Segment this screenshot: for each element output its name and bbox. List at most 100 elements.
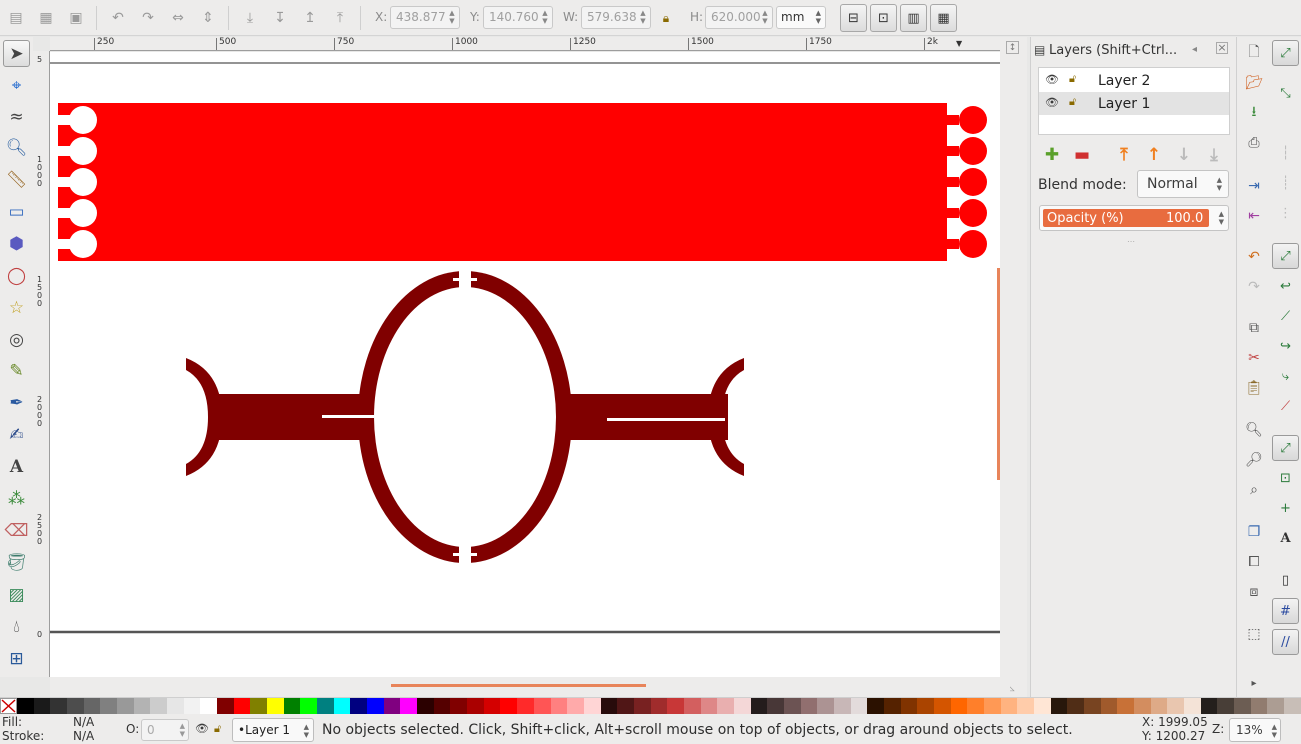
- color-swatch[interactable]: [533, 698, 551, 714]
- pencil-tool-icon[interactable]: ✎: [3, 357, 30, 384]
- snap-rotation-center-icon[interactable]: +: [1272, 495, 1299, 521]
- color-swatch[interactable]: [883, 698, 901, 714]
- measure-tool-icon[interactable]: 📏︎: [3, 166, 30, 193]
- snap-smooth-nodes-icon[interactable]: ⤷: [1272, 363, 1299, 389]
- zoom-drawing-icon[interactable]: 🔎︎: [1243, 449, 1265, 471]
- snap-bbox-icon[interactable]: ⤡: [1272, 80, 1299, 106]
- dropper-tool-icon[interactable]: 💧︎: [3, 613, 30, 640]
- flip-vertical-icon[interactable]: ⇕: [198, 8, 218, 28]
- enable-snapping-icon[interactable]: ⤢: [1272, 40, 1299, 66]
- lower-icon[interactable]: ↧: [270, 8, 290, 28]
- color-swatch[interactable]: [933, 698, 951, 714]
- select-all-icon[interactable]: ▤: [6, 8, 26, 28]
- export-icon[interactable]: ⇤: [1243, 205, 1265, 227]
- color-swatch[interactable]: [183, 698, 201, 714]
- color-swatch[interactable]: [1134, 698, 1151, 714]
- opacity-status-spinner[interactable]: ▲ ▼: [180, 722, 185, 738]
- lower-layer-to-bottom-icon[interactable]: ⤓: [1203, 144, 1225, 166]
- remove-layer-icon[interactable]: ▬: [1071, 144, 1093, 166]
- move-gradients-button[interactable]: ▥: [900, 4, 927, 32]
- color-swatch[interactable]: [783, 698, 801, 714]
- snap-guides-icon[interactable]: //: [1272, 629, 1299, 655]
- zoom-tool-icon[interactable]: 🔍︎: [3, 134, 30, 161]
- color-swatch[interactable]: [450, 698, 468, 714]
- spiral-tool-icon[interactable]: ◎: [3, 326, 30, 353]
- snap-bbox-edge-icon[interactable]: ┆: [1272, 140, 1299, 166]
- copy-icon[interactable]: ⧉: [1243, 317, 1265, 339]
- visibility-eye-icon[interactable]: 👁︎: [1045, 96, 1059, 109]
- lock-icon[interactable]: 🔓︎: [1069, 72, 1076, 86]
- snap-bbox-midpoint-icon[interactable]: ⋮: [1272, 200, 1299, 226]
- color-swatch[interactable]: [367, 698, 384, 714]
- text-tool-icon[interactable]: A: [3, 453, 30, 480]
- snap-bbox-corner-icon[interactable]: ┊: [1272, 170, 1299, 196]
- color-swatch[interactable]: [1150, 698, 1168, 714]
- rotate-cw-icon[interactable]: ↷: [138, 8, 158, 28]
- drawing-canvas[interactable]: [50, 52, 1000, 677]
- h-field[interactable]: 620.000 ▲ ▼: [705, 6, 773, 29]
- color-swatch[interactable]: [317, 698, 334, 714]
- spray-tool-icon[interactable]: ⁂: [3, 485, 30, 512]
- lower-to-bottom-icon[interactable]: ⤓: [240, 8, 260, 28]
- calligraphy-tool-icon[interactable]: ✍: [3, 421, 30, 448]
- snap-grids-icon[interactable]: #: [1272, 598, 1299, 624]
- color-swatch[interactable]: [917, 698, 934, 714]
- lock-proportions-icon[interactable]: 🔒︎: [656, 8, 676, 28]
- opacity-status-field[interactable]: 0 ▲ ▼: [141, 719, 189, 741]
- layer-visibility-icon[interactable]: 👁︎: [195, 722, 209, 735]
- h-spinner[interactable]: ▲ ▼: [760, 9, 770, 26]
- scale-stroke-button[interactable]: ⊟: [840, 4, 867, 32]
- flip-horizontal-icon[interactable]: ⇔: [168, 8, 188, 28]
- horizontal-ruler[interactable]: 250 500 750 1000 1250 1500 1750 2k ▼: [50, 37, 1000, 51]
- color-swatch[interactable]: [1167, 698, 1185, 714]
- rectangle-tool-icon[interactable]: ▭: [3, 198, 30, 225]
- color-swatch[interactable]: [550, 698, 568, 714]
- color-swatch[interactable]: [133, 698, 151, 714]
- color-swatch[interactable]: [483, 698, 501, 714]
- stroke-value[interactable]: N/A: [73, 729, 94, 743]
- sticky-zoom-icon[interactable]: ↕: [1006, 41, 1019, 54]
- color-swatch[interactable]: [100, 698, 118, 714]
- color-swatch[interactable]: [217, 698, 234, 714]
- horizontal-scrollbar[interactable]: [50, 677, 1010, 697]
- dark-red-oval-shape[interactable]: [186, 268, 744, 566]
- zoom-page-icon[interactable]: ⌕: [1243, 479, 1265, 501]
- color-swatch[interactable]: [1217, 698, 1235, 714]
- vertical-ruler[interactable]: 5 1000 1500 2000 2500 0: [33, 51, 50, 677]
- vertical-scroll-thumb[interactable]: [997, 268, 1000, 480]
- color-swatch[interactable]: [800, 698, 818, 714]
- color-swatch[interactable]: [350, 698, 368, 714]
- unit-select[interactable]: mm ▲ ▼: [776, 6, 826, 29]
- snap-others-icon[interactable]: ⤢: [1272, 435, 1299, 461]
- group-icon[interactable]: ⬚: [1243, 623, 1265, 645]
- color-swatch[interactable]: [1067, 698, 1084, 714]
- color-swatch[interactable]: [850, 698, 868, 714]
- clone-icon[interactable]: ⧠: [1243, 551, 1265, 573]
- color-swatch[interactable]: [633, 698, 651, 714]
- star-tool-icon[interactable]: ☆: [3, 294, 30, 321]
- no-paint-swatch[interactable]: [0, 698, 17, 714]
- color-swatch[interactable]: [517, 698, 534, 714]
- snap-object-centers-icon[interactable]: ⊡: [1272, 465, 1299, 491]
- layer-row-layer-1[interactable]: 👁︎ 🔓︎ Layer 1: [1039, 92, 1229, 115]
- close-panel-icon[interactable]: ×: [1216, 42, 1228, 54]
- blend-mode-select[interactable]: Normal ▲ ▼: [1137, 170, 1229, 198]
- color-swatch[interactable]: [167, 698, 184, 714]
- scale-corners-button[interactable]: ⊡: [870, 4, 897, 32]
- color-swatch[interactable]: [867, 698, 884, 714]
- current-layer-select[interactable]: •Layer 1 ▲ ▼: [232, 718, 314, 742]
- y-field[interactable]: 140.760 ▲ ▼: [483, 6, 553, 29]
- color-swatch[interactable]: [300, 698, 318, 714]
- color-swatch[interactable]: [1234, 698, 1251, 714]
- cut-icon[interactable]: ✂: [1243, 347, 1265, 369]
- color-swatch[interactable]: [750, 698, 768, 714]
- color-swatch[interactable]: [767, 698, 784, 714]
- lower-layer-icon[interactable]: ↓: [1173, 144, 1195, 166]
- w-field[interactable]: 579.638 ▲ ▼: [581, 6, 651, 29]
- color-swatch[interactable]: [817, 698, 834, 714]
- 3d-box-tool-icon[interactable]: ⬢: [3, 230, 30, 257]
- layer-lock-icon[interactable]: 🔓︎: [214, 722, 221, 736]
- color-swatch[interactable]: [1050, 698, 1068, 714]
- deselect-icon[interactable]: ▣: [66, 8, 86, 28]
- panel-grip[interactable]: ⋯: [1127, 237, 1135, 246]
